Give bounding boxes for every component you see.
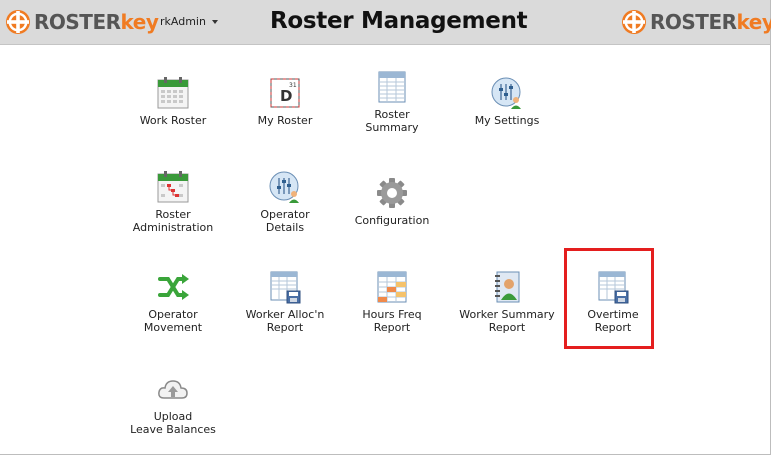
logo-key-text: key	[120, 10, 159, 34]
report-save-icon	[598, 271, 629, 304]
rosterkey-logo-icon	[622, 10, 646, 34]
svg-text:31: 31	[289, 82, 297, 89]
tile-roster-administration[interactable]: Roster Administration	[118, 170, 228, 234]
tile-upload-leave-balances[interactable]: Upload Leave Balances	[118, 372, 228, 436]
tile-label: My Settings	[474, 114, 540, 127]
logo-key-text: key	[736, 10, 771, 34]
tile-overtime-report[interactable]: Overtime Report	[558, 270, 668, 334]
tile-label: Upload Leave Balances	[130, 410, 216, 436]
tile-operator-details[interactable]: Operator Details	[230, 170, 340, 234]
tile-label: Overtime Report	[587, 308, 639, 334]
logo-roster-text: ROSTER	[34, 10, 121, 34]
cloud-upload-icon	[158, 380, 188, 399]
rosterkey-logo-left[interactable]: ROSTERkey	[4, 8, 159, 36]
shuffle-icon	[158, 274, 189, 300]
header-bar: ROSTERkey rkAdmin Roster Management ROST…	[0, 0, 771, 45]
tile-my-settings[interactable]: My Settings	[452, 76, 562, 127]
tile-label: Operator Movement	[143, 308, 203, 334]
logo-wordmark: ROSTERkey	[34, 10, 159, 34]
tile-label: Worker Alloc'n Report	[245, 308, 325, 334]
tile-hours-freq-report[interactable]: Hours Freq Report	[337, 270, 447, 334]
tile-work-roster[interactable]: Work Roster	[118, 76, 228, 127]
calendar-day-icon: D 31	[270, 78, 300, 108]
notebook-user-icon	[495, 271, 520, 303]
tile-label: Configuration	[354, 214, 430, 227]
gear-icon	[377, 178, 407, 208]
user-menu-dropdown[interactable]: rkAdmin	[160, 15, 218, 28]
report-save-icon	[270, 271, 301, 304]
report-colored-icon	[377, 271, 407, 303]
logo-wordmark: ROSTERkey	[650, 12, 771, 32]
app-window: ROSTERkey rkAdmin Roster Management ROST…	[0, 0, 771, 455]
page-title: Roster Management	[270, 8, 528, 34]
user-name: rkAdmin	[160, 15, 206, 28]
tile-label: Roster Summary	[365, 108, 419, 134]
tile-label: Work Roster	[139, 114, 207, 127]
tile-label: Roster Administration	[132, 208, 214, 234]
tile-operator-movement[interactable]: Operator Movement	[118, 270, 228, 334]
rosterkey-logo-right[interactable]: ROSTERkey	[620, 8, 771, 36]
tile-label: Worker Summary Report	[459, 308, 555, 334]
tile-roster-summary[interactable]: Roster Summary	[337, 70, 447, 134]
tile-label: Hours Freq Report	[362, 308, 422, 334]
tile-configuration[interactable]: Configuration	[337, 176, 447, 227]
operator-details-icon	[269, 171, 299, 203]
tile-label: Operator Details	[260, 208, 310, 234]
tile-worker-allocation-report[interactable]: Worker Alloc'n Report	[230, 270, 340, 334]
calendar-grid-icon	[157, 77, 189, 109]
spreadsheet-icon	[378, 71, 406, 103]
rosterkey-logo-icon	[6, 10, 30, 34]
svg-text:D: D	[280, 87, 292, 105]
calendar-admin-icon	[157, 171, 189, 203]
chevron-down-icon	[211, 19, 218, 24]
tile-label: My Roster	[257, 114, 313, 127]
logo-roster-text: ROSTER	[650, 10, 737, 34]
user-settings-icon	[491, 77, 521, 109]
tile-worker-summary-report[interactable]: Worker Summary Report	[452, 270, 562, 334]
tile-my-roster[interactable]: D 31 My Roster	[230, 76, 340, 127]
